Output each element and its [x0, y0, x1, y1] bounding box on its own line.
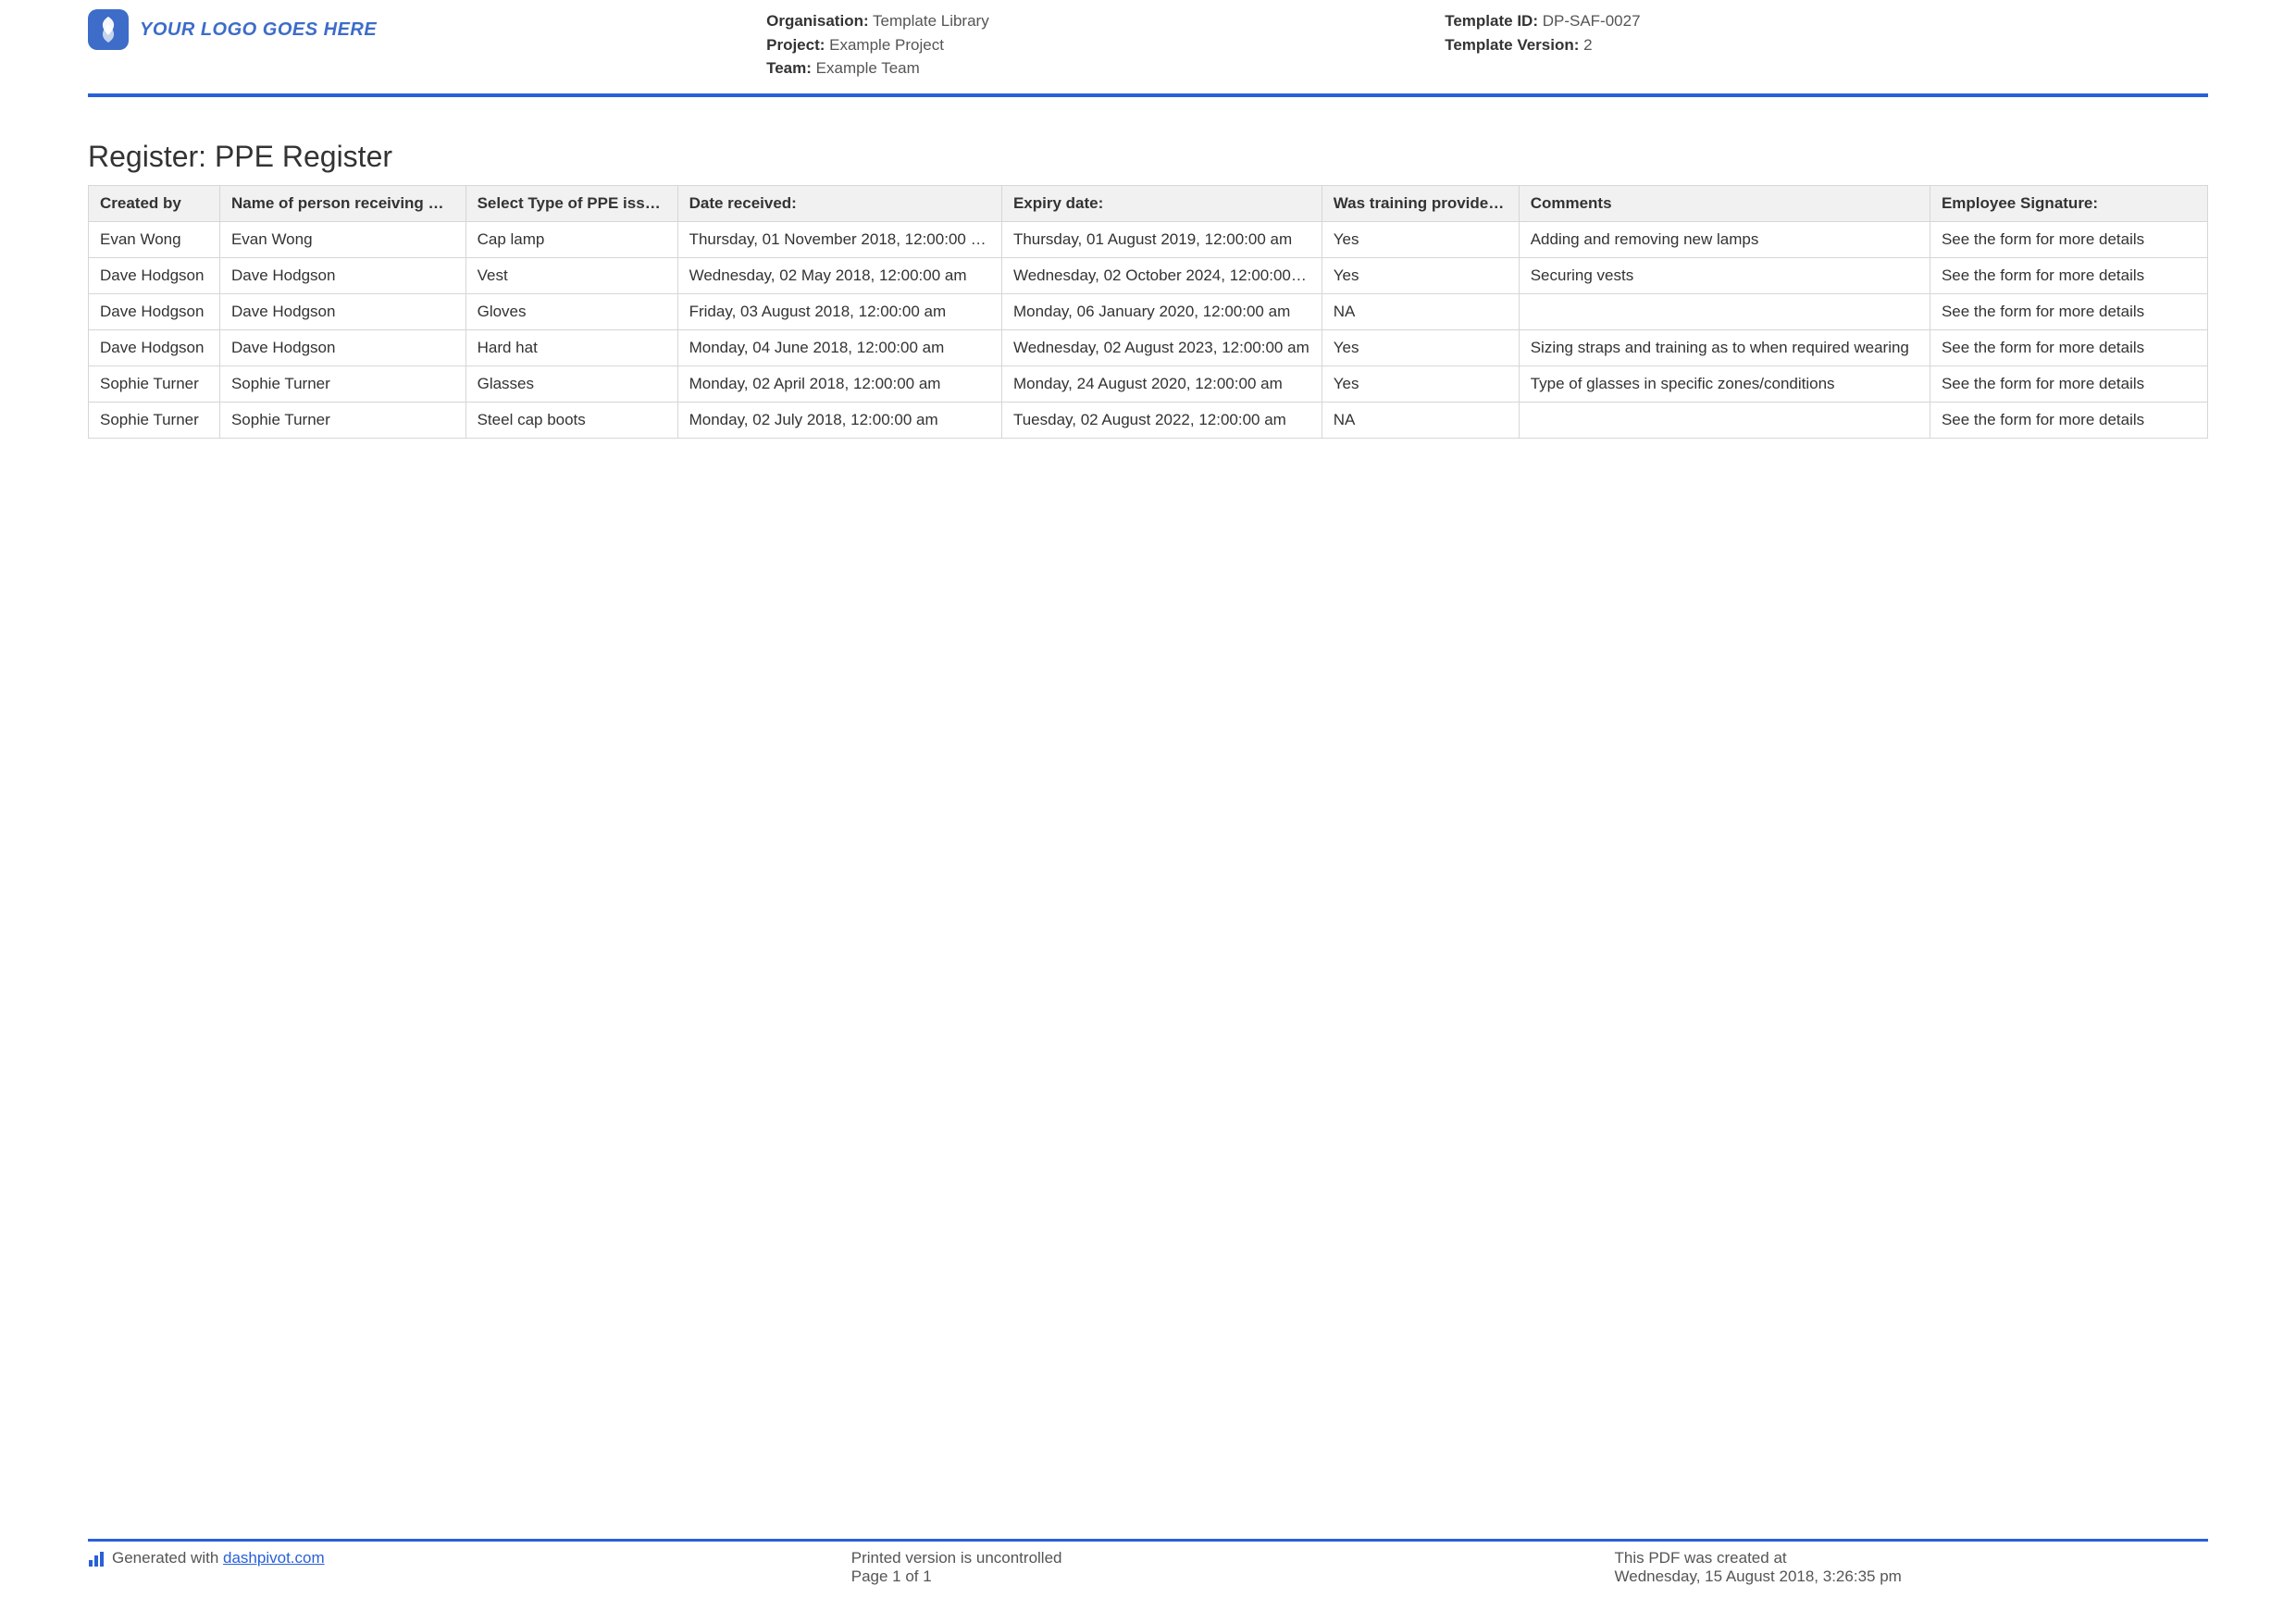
table-header-cell: Created by	[89, 185, 220, 221]
page-title: Register: PPE Register	[88, 140, 2208, 174]
table-row: Evan WongEvan WongCap lampThursday, 01 N…	[89, 221, 2208, 257]
table-cell: Dave Hodgson	[89, 293, 220, 329]
table-cell: Vest	[465, 257, 677, 293]
document-header: YOUR LOGO GOES HERE Organisation: Templa…	[88, 9, 2208, 97]
table-cell: Glasses	[465, 365, 677, 402]
table-cell: Monday, 02 April 2018, 12:00:00 am	[677, 365, 1001, 402]
generated-with-text: Generated with	[112, 1549, 223, 1567]
table-cell: Securing vests	[1519, 257, 1930, 293]
table-cell: Yes	[1322, 221, 1519, 257]
table-cell: Hard hat	[465, 329, 677, 365]
table-cell: See the form for more details	[1930, 365, 2207, 402]
footer-center: Printed version is uncontrolled Page 1 o…	[851, 1549, 1615, 1586]
project-value: Example Project	[829, 36, 944, 54]
table-cell: Yes	[1322, 257, 1519, 293]
table-cell: Gloves	[465, 293, 677, 329]
table-cell: Monday, 06 January 2020, 12:00:00 am	[1001, 293, 1322, 329]
table-row: Dave HodgsonDave HodgsonVestWednesday, 0…	[89, 257, 2208, 293]
org-value: Template Library	[873, 12, 989, 30]
logo-icon	[88, 9, 129, 50]
table-cell: Dave Hodgson	[89, 329, 220, 365]
table-row: Sophie TurnerSophie TurnerSteel cap boot…	[89, 402, 2208, 438]
document-footer: Generated with dashpivot.com Printed ver…	[88, 1539, 2208, 1586]
footer-left: Generated with dashpivot.com	[88, 1549, 851, 1586]
table-cell: Sophie Turner	[219, 365, 465, 402]
table-cell: See the form for more details	[1930, 293, 2207, 329]
table-cell: Sizing straps and training as to when re…	[1519, 329, 1930, 365]
table-cell	[1519, 402, 1930, 438]
table-header-cell: Was training provided?	[1322, 185, 1519, 221]
table-cell: Dave Hodgson	[89, 257, 220, 293]
table-cell: Dave Hodgson	[219, 293, 465, 329]
table-header-cell: Expiry date:	[1001, 185, 1322, 221]
table-cell: Yes	[1322, 365, 1519, 402]
table-cell: Sophie Turner	[89, 365, 220, 402]
template-version-label: Template Version:	[1445, 36, 1579, 54]
table-cell: Steel cap boots	[465, 402, 677, 438]
table-cell: Tuesday, 02 August 2022, 12:00:00 am	[1001, 402, 1322, 438]
table-cell: Monday, 04 June 2018, 12:00:00 am	[677, 329, 1001, 365]
uncontrolled-text: Printed version is uncontrolled	[851, 1549, 1615, 1567]
table-cell: Sophie Turner	[89, 402, 220, 438]
table-row: Dave HodgsonDave HodgsonHard hatMonday, …	[89, 329, 2208, 365]
table-header-cell: Employee Signature:	[1930, 185, 2207, 221]
table-cell: Monday, 02 July 2018, 12:00:00 am	[677, 402, 1001, 438]
table-cell: Cap lamp	[465, 221, 677, 257]
template-version-value: 2	[1583, 36, 1592, 54]
table-cell	[1519, 293, 1930, 329]
logo-text: YOUR LOGO GOES HERE	[140, 19, 377, 41]
table-cell: NA	[1322, 293, 1519, 329]
table-header-cell: Date received:	[677, 185, 1001, 221]
table-cell: Wednesday, 02 October 2024, 12:00:00 am	[1001, 257, 1322, 293]
page-info: Page 1 of 1	[851, 1567, 1615, 1586]
template-id-value: DP-SAF-0027	[1543, 12, 1641, 30]
table-cell: Wednesday, 02 August 2023, 12:00:00 am	[1001, 329, 1322, 365]
table-cell: Thursday, 01 August 2019, 12:00:00 am	[1001, 221, 1322, 257]
table-cell: Friday, 03 August 2018, 12:00:00 am	[677, 293, 1001, 329]
table-cell: Adding and removing new lamps	[1519, 221, 1930, 257]
team-value: Example Team	[816, 59, 920, 77]
table-header-row: Created byName of person receiving PPE:S…	[89, 185, 2208, 221]
table-cell: Yes	[1322, 329, 1519, 365]
table-cell: See the form for more details	[1930, 257, 2207, 293]
table-body: Evan WongEvan WongCap lampThursday, 01 N…	[89, 221, 2208, 438]
team-label: Team:	[766, 59, 812, 77]
table-cell: Monday, 24 August 2020, 12:00:00 am	[1001, 365, 1322, 402]
table-cell: Dave Hodgson	[219, 257, 465, 293]
table-header-cell: Comments	[1519, 185, 1930, 221]
table-row: Dave HodgsonDave HodgsonGlovesFriday, 03…	[89, 293, 2208, 329]
logo-block: YOUR LOGO GOES HERE	[88, 9, 766, 50]
footer-right: This PDF was created at Wednesday, 15 Au…	[1615, 1549, 2208, 1586]
ppe-register-table: Created byName of person receiving PPE:S…	[88, 185, 2208, 439]
table-cell: NA	[1322, 402, 1519, 438]
table-cell: Dave Hodgson	[219, 329, 465, 365]
meta-left: Organisation: Template Library Project: …	[766, 9, 1445, 81]
table-cell: See the form for more details	[1930, 329, 2207, 365]
chart-icon	[88, 1551, 105, 1567]
project-label: Project:	[766, 36, 825, 54]
meta-right: Template ID: DP-SAF-0027 Template Versio…	[1445, 9, 2208, 56]
table-cell: Type of glasses in specific zones/condit…	[1519, 365, 1930, 402]
org-label: Organisation:	[766, 12, 869, 30]
table-cell: Evan Wong	[219, 221, 465, 257]
table-row: Sophie TurnerSophie TurnerGlassesMonday,…	[89, 365, 2208, 402]
table-cell: See the form for more details	[1930, 221, 2207, 257]
dashpivot-link[interactable]: dashpivot.com	[223, 1549, 325, 1567]
table-header-cell: Name of person receiving PPE:	[219, 185, 465, 221]
table-cell: See the form for more details	[1930, 402, 2207, 438]
template-id-label: Template ID:	[1445, 12, 1538, 30]
table-header-cell: Select Type of PPE issued:	[465, 185, 677, 221]
table-cell: Wednesday, 02 May 2018, 12:00:00 am	[677, 257, 1001, 293]
created-at-value: Wednesday, 15 August 2018, 3:26:35 pm	[1615, 1567, 2208, 1586]
created-at-label: This PDF was created at	[1615, 1549, 2208, 1567]
table-cell: Thursday, 01 November 2018, 12:00:00 am	[677, 221, 1001, 257]
table-cell: Sophie Turner	[219, 402, 465, 438]
table-cell: Evan Wong	[89, 221, 220, 257]
